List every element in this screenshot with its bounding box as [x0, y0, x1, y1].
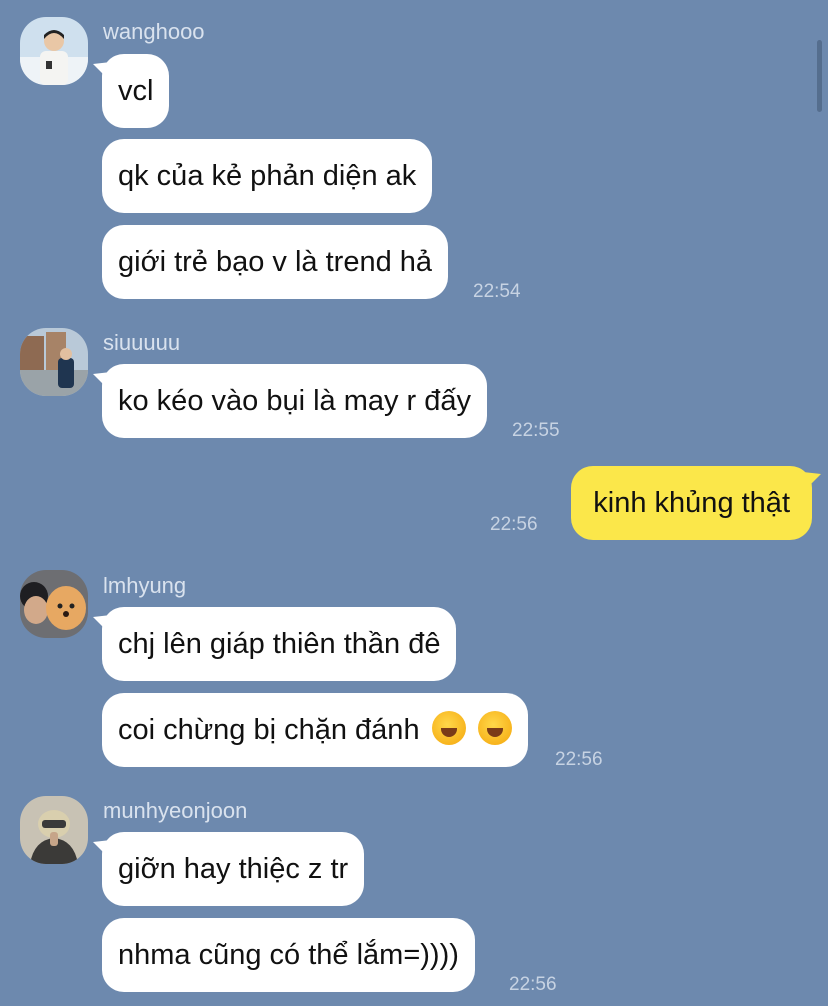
message-timestamp: 22:56 [555, 749, 603, 770]
message-bubble[interactable]: qk của kẻ phản diện ak [102, 139, 433, 213]
scrollbar[interactable] [817, 40, 822, 112]
avatar-munhyeonjoon[interactable] [20, 796, 88, 864]
message-bubble[interactable]: giới trẻ bạo v là trend hả [102, 225, 449, 299]
message-text: coi chừng bị chặn đánh [118, 714, 420, 746]
message-timestamp: 22:56 [509, 974, 557, 995]
outgoing-message-bubble[interactable]: kinh khủng thật [571, 466, 812, 540]
message-bubble[interactable]: ko kéo vào bụi là may r đấy [102, 364, 488, 438]
avatar-wanghooo[interactable] [20, 17, 88, 85]
avatar-lmhyung[interactable] [20, 570, 88, 638]
message-timestamp: 22:54 [473, 281, 521, 302]
message-bubble[interactable]: chj lên giáp thiên thần đê [102, 607, 457, 681]
sender-name: wanghooo [103, 19, 205, 44]
avatar-siuuuuu[interactable] [20, 328, 88, 396]
message-timestamp: 22:56 [490, 514, 538, 535]
message-bubble[interactable]: nhma cũng có thể lắm=)))) [102, 918, 475, 992]
rolling-laughing-emoji-icon [431, 711, 466, 745]
sender-name: munhyeonjoon [103, 798, 248, 823]
sender-name: siuuuuu [103, 330, 181, 355]
message-bubble[interactable]: vcl [102, 54, 170, 128]
message-bubble[interactable]: giỡn hay thiệc z tr [102, 832, 365, 906]
message-bubble[interactable]: coi chừng bị chặn đánh [102, 693, 528, 767]
message-timestamp: 22:55 [512, 420, 560, 441]
rolling-laughing-emoji-icon [477, 711, 512, 745]
sender-name: lmhyung [103, 573, 187, 598]
